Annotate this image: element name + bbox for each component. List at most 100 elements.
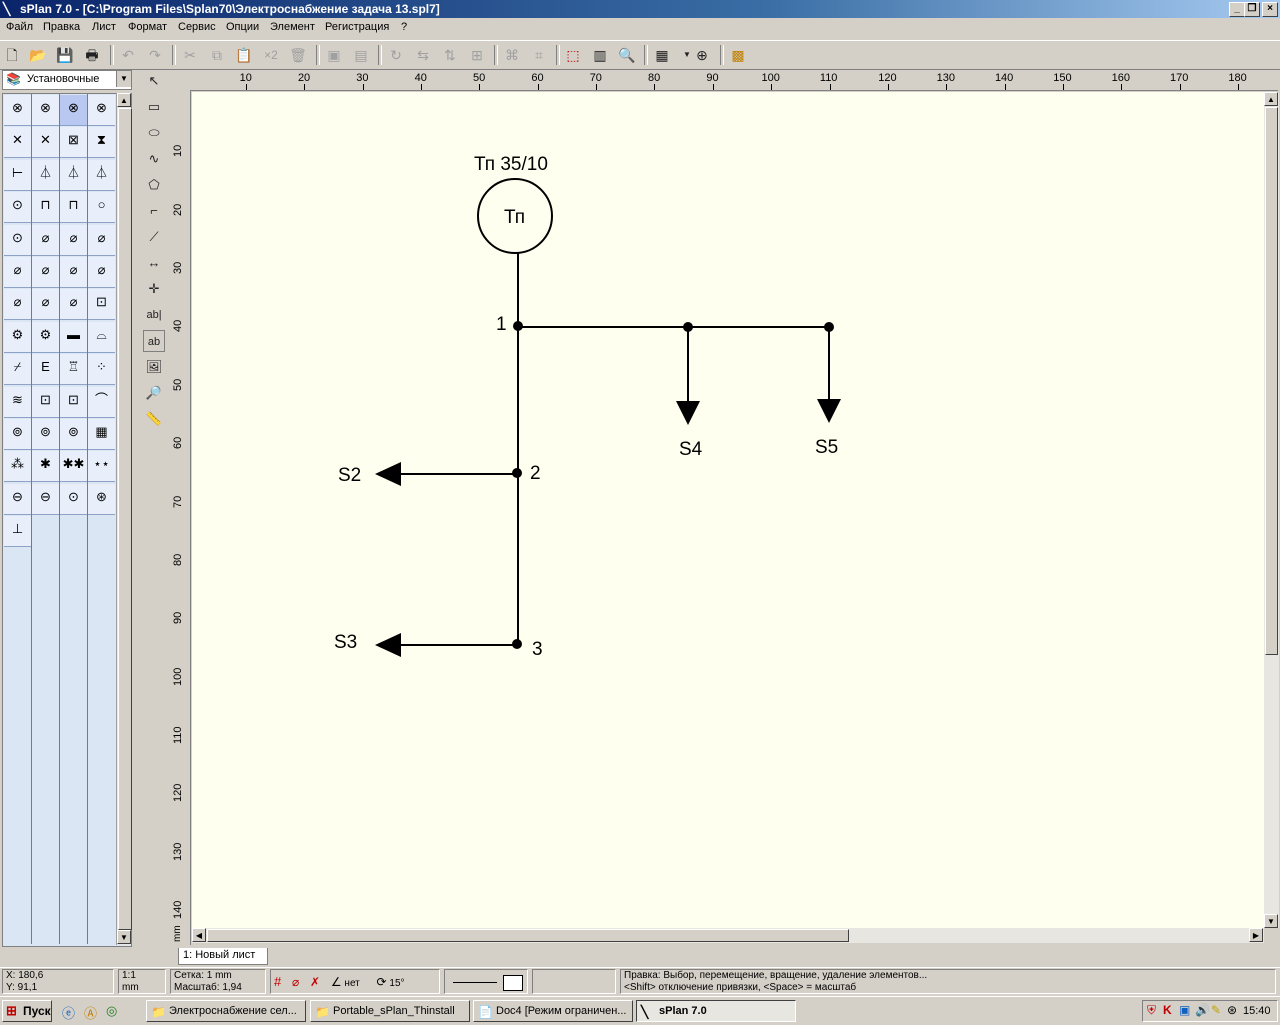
text-tool[interactable]: ab|	[143, 304, 165, 326]
tray-clock-icon[interactable]: ⊛	[1227, 1003, 1237, 1017]
library-component[interactable]: ⊥	[4, 516, 31, 548]
magnifier-icon[interactable]: 🔎	[143, 382, 165, 404]
dimension-icon[interactable]: ↔	[143, 252, 165, 274]
redo-icon[interactable]: ↷	[145, 45, 165, 65]
library-component[interactable]: ▬	[60, 321, 87, 353]
library-component[interactable]: ⌀	[88, 224, 115, 256]
task-word-doc[interactable]: 📄 Doc4 [Режим ограничен...	[473, 1000, 633, 1022]
canvas-vertical-scrollbar[interactable]: ▲ ▼	[1264, 92, 1279, 928]
library-component[interactable]: ✱✱	[60, 451, 87, 483]
library-select[interactable]: 📚 Установочные ▼	[2, 70, 132, 90]
library-component[interactable]: ⌀	[4, 289, 31, 321]
menu-help[interactable]: ?	[401, 21, 407, 33]
library-component[interactable]: E	[32, 354, 59, 386]
task-folder-electro[interactable]: 📁 Электроснабжение сел...	[146, 1000, 306, 1022]
library-component[interactable]: ⊡	[88, 289, 115, 321]
scroll-up-icon[interactable]: ▲	[117, 93, 131, 107]
grid-snap-icon[interactable]: #	[274, 974, 281, 989]
rotate-icon[interactable]: ↻	[386, 45, 406, 65]
library-component[interactable]: ⊙	[4, 224, 31, 256]
library-component[interactable]: ⊚	[32, 419, 59, 450]
polyline-icon[interactable]: ⌐	[143, 200, 165, 222]
avast-icon[interactable]: Ⓐ	[84, 1003, 97, 1022]
library-component[interactable]: ⊗	[4, 95, 31, 126]
start-button[interactable]: ⊞ Пуск	[2, 1000, 52, 1022]
library-scroll-thumb[interactable]	[118, 108, 132, 930]
fill-color-sample[interactable]	[503, 975, 523, 991]
line-style-display[interactable]	[444, 969, 528, 994]
volume-icon[interactable]: 🔊	[1195, 1003, 1210, 1017]
library-component[interactable]: ♖	[60, 354, 87, 386]
library-component[interactable]: ⊠	[60, 127, 87, 159]
drawing-canvas[interactable]: Тп 35/10 Тп 1 2 3 S2 S3 S4 S5	[192, 92, 1264, 928]
library-component[interactable]: ⏃	[88, 159, 115, 191]
ie-icon[interactable]: ⓔ	[62, 1003, 75, 1022]
quicklaunch-icon[interactable]: ◎	[106, 1003, 117, 1019]
sheet-size-icon[interactable]: ⬚	[563, 45, 583, 65]
bring-front-icon[interactable]: ▣	[324, 45, 344, 65]
element-list-icon[interactable]: ▥	[590, 45, 610, 65]
pin-icon[interactable]: ✗	[310, 975, 320, 989]
search-binoculars-icon[interactable]: 🔍	[617, 45, 637, 65]
menu-file[interactable]: Файл	[6, 21, 33, 33]
textbox-tool[interactable]: ab	[143, 330, 165, 352]
task-folder-portable[interactable]: 📁 Portable_sPlan_Thinstall	[310, 1000, 470, 1022]
rotate-step-icon[interactable]: ⟳	[377, 975, 387, 989]
undo-icon[interactable]: ↶	[118, 45, 138, 65]
angle-icon[interactable]: ∠	[331, 975, 342, 989]
library-component[interactable]: ⌀	[32, 289, 59, 321]
library-component[interactable]: ⊢	[4, 159, 31, 191]
send-back-icon[interactable]: ▤	[351, 45, 371, 65]
library-component[interactable]: ⏃	[60, 159, 87, 191]
library-component[interactable]: ⁘	[88, 354, 115, 386]
scroll-down-icon[interactable]: ▼	[117, 930, 131, 944]
library-component[interactable]: ⊖	[32, 483, 59, 515]
scroll-left-icon[interactable]: ◀	[192, 928, 206, 942]
ellipse-icon[interactable]: ⬭	[143, 122, 165, 144]
library-component[interactable]: ⌀	[32, 257, 59, 288]
grid-icon[interactable]: ▦	[652, 45, 672, 65]
library-component[interactable]: ⊖	[4, 483, 31, 515]
scroll-down-icon[interactable]: ▼	[1264, 914, 1278, 928]
tray-app-icon[interactable]: ✎	[1211, 1003, 1221, 1017]
save-icon[interactable]: 💾	[55, 45, 75, 65]
scroll-right-icon[interactable]: ▶	[1249, 928, 1263, 942]
library-component[interactable]: ⊗	[88, 95, 115, 126]
mirror-horizontal-icon[interactable]: ⇆	[413, 45, 433, 65]
library-editor-icon[interactable]: ▩	[728, 45, 748, 65]
library-component[interactable]: ⊛	[88, 483, 115, 515]
menu-service[interactable]: Сервис	[178, 21, 216, 33]
sheet-tab-1[interactable]: 1: Новый лист	[178, 948, 268, 965]
scroll-up-icon[interactable]: ▲	[1264, 92, 1278, 106]
bezier-icon[interactable]: ∿	[143, 148, 165, 170]
library-component[interactable]: ⊙	[60, 483, 87, 515]
library-component[interactable]: ⌀	[4, 257, 31, 288]
canvas-hscroll-thumb[interactable]	[207, 929, 849, 942]
open-folder-icon[interactable]: 📂	[28, 45, 48, 65]
close-button[interactable]: ×	[1262, 2, 1278, 17]
library-component[interactable]: ⊙	[4, 192, 31, 224]
library-component[interactable]: ⌓	[88, 321, 115, 353]
library-component[interactable]: ⊓	[60, 192, 87, 224]
print-icon[interactable]: 🖶	[82, 45, 102, 65]
library-component[interactable]: ⊗	[60, 95, 87, 126]
library-component[interactable]: ⌀	[60, 289, 87, 321]
delete-icon[interactable]: 🗑	[288, 45, 308, 65]
library-component[interactable]: ⌀	[32, 224, 59, 256]
library-scrollbar[interactable]: ▲ ▼	[116, 93, 132, 945]
shield-icon[interactable]: ⛨	[1147, 1003, 1156, 1018]
group-icon[interactable]: ⌘	[502, 45, 522, 65]
chevron-down-icon[interactable]: ▼	[116, 71, 131, 87]
polygon-icon[interactable]: ⬠	[143, 174, 165, 196]
library-component[interactable]: ✕	[4, 127, 31, 159]
library-component[interactable]: ⚙	[4, 321, 31, 353]
library-component[interactable]: ⊡	[60, 386, 87, 418]
ungroup-icon[interactable]: ⌗	[529, 45, 549, 65]
library-component[interactable]: ⌀	[88, 257, 115, 288]
library-component[interactable]: ✱	[32, 451, 59, 483]
menu-edit[interactable]: Правка	[43, 21, 80, 33]
menu-element[interactable]: Элемент	[270, 21, 315, 33]
rectangle-icon[interactable]: ▭	[143, 96, 165, 118]
library-component[interactable]: ⌒	[88, 386, 115, 418]
measure-icon[interactable]: 📏	[143, 408, 165, 430]
